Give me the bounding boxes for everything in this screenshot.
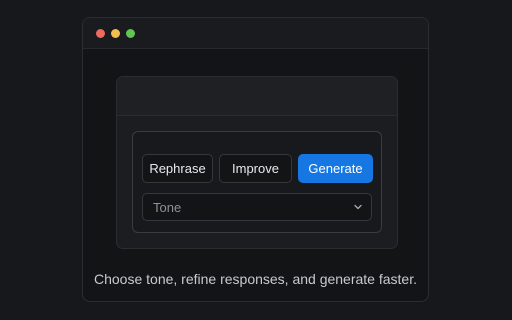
generate-button[interactable]: Generate bbox=[298, 154, 373, 183]
title-bar bbox=[83, 18, 428, 49]
chevron-down-icon bbox=[354, 204, 362, 210]
tone-select-value: Tone bbox=[153, 199, 182, 215]
action-card: Rephrase Improve Generate Tone bbox=[132, 131, 382, 233]
action-buttons: Rephrase Improve Generate bbox=[142, 154, 373, 183]
tagline: Choose tone, refine responses, and gener… bbox=[94, 271, 417, 287]
rephrase-button[interactable]: Rephrase bbox=[142, 154, 213, 183]
app-window: Rephrase Improve Generate Tone Choose to… bbox=[82, 17, 429, 302]
close-window-button[interactable] bbox=[96, 29, 105, 38]
improve-button[interactable]: Improve bbox=[219, 154, 292, 183]
assistant-panel: Rephrase Improve Generate Tone bbox=[116, 76, 398, 249]
panel-header bbox=[117, 77, 397, 116]
maximize-window-button[interactable] bbox=[126, 29, 135, 38]
minimize-window-button[interactable] bbox=[111, 29, 120, 38]
tone-select[interactable]: Tone bbox=[142, 193, 372, 221]
